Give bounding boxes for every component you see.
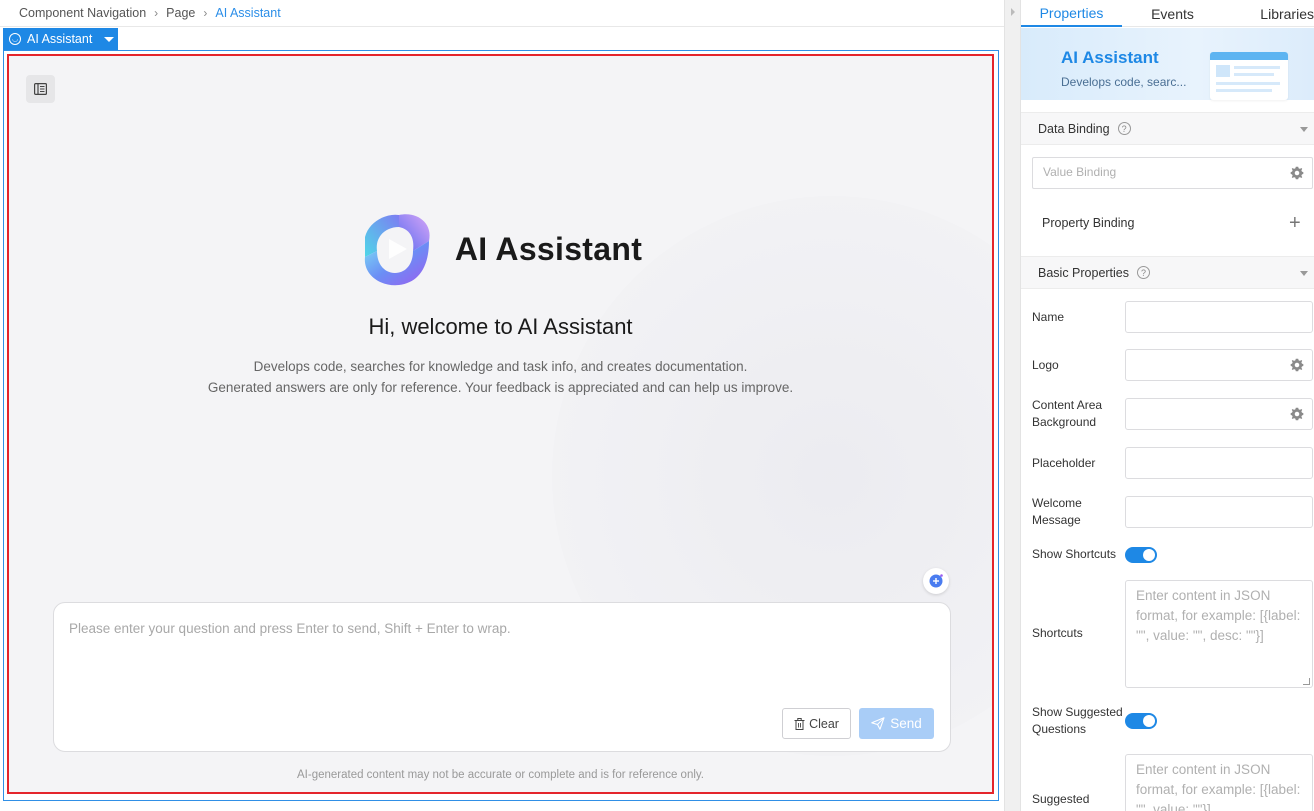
trash-icon xyxy=(794,717,805,730)
section-title: Data Binding xyxy=(1038,121,1110,136)
content-area-background-label: Content Area Background xyxy=(1032,398,1103,429)
description-line-1: Develops code, searches for knowledge an… xyxy=(253,359,748,374)
property-binding-label: Property Binding xyxy=(1042,216,1135,230)
content-area-background-input[interactable] xyxy=(1134,406,1284,420)
gear-icon[interactable] xyxy=(1290,166,1304,180)
breadcrumb-item-current[interactable]: AI Assistant xyxy=(215,6,280,20)
suggested-label: Suggested xyxy=(1032,792,1090,806)
smile-icon: ◡ xyxy=(9,33,21,45)
help-icon[interactable]: ? xyxy=(1137,266,1151,279)
component-banner: AI Assistant Develops code, searc... xyxy=(1021,28,1314,100)
logo-input[interactable] xyxy=(1134,357,1284,371)
banner-subtitle: Develops code, searc... xyxy=(1061,75,1187,89)
logo-field[interactable] xyxy=(1125,349,1313,381)
welcome-message-input[interactable] xyxy=(1134,504,1284,518)
send-button[interactable]: Send xyxy=(859,708,934,739)
assistant-header: AI Assistant xyxy=(9,211,992,287)
caret-down-icon[interactable] xyxy=(104,36,115,42)
shortcuts-label: Shortcuts xyxy=(1032,626,1083,640)
resize-handle[interactable] xyxy=(1303,678,1310,685)
question-input[interactable] xyxy=(69,621,929,691)
sidebar-toggle-button[interactable] xyxy=(26,75,55,103)
show-shortcuts-label: Show Shortcuts xyxy=(1032,547,1117,561)
gear-icon[interactable] xyxy=(1290,407,1304,421)
clear-label: Clear xyxy=(809,716,839,731)
section-title: Basic Properties xyxy=(1038,265,1130,280)
sidebar-icon xyxy=(34,83,47,95)
name-label: Name xyxy=(1032,310,1065,324)
component-tag-label: AI Assistant xyxy=(27,32,93,46)
paper-plane-icon xyxy=(871,717,885,730)
help-icon[interactable]: ? xyxy=(1117,122,1131,135)
ai-assistant-component[interactable]: AI Assistant Hi, welcome to AI Assistant… xyxy=(7,54,994,794)
name-input[interactable] xyxy=(1134,309,1284,323)
selected-component-tag[interactable]: ◡ AI Assistant xyxy=(3,28,118,50)
tab-libraries[interactable]: Libraries xyxy=(1223,0,1314,27)
gear-icon[interactable] xyxy=(1290,358,1304,372)
chevron-right-icon: › xyxy=(203,6,208,20)
send-label: Send xyxy=(890,716,922,731)
chevron-right-icon xyxy=(1011,8,1015,16)
welcome-message: Hi, welcome to AI Assistant xyxy=(368,314,633,339)
show-suggested-questions-toggle[interactable] xyxy=(1125,713,1157,729)
panel-collapse-handle[interactable] xyxy=(1004,0,1021,811)
breadcrumb: Component Navigation › Page › AI Assista… xyxy=(0,0,1004,27)
new-chat-icon xyxy=(929,574,943,588)
show-suggested-questions-label: Show Suggested Questions xyxy=(1032,705,1123,736)
content-area-background-field[interactable] xyxy=(1125,398,1313,430)
suggested-field xyxy=(1125,754,1313,811)
design-canvas: Component Navigation › Page › AI Assista… xyxy=(0,0,1004,811)
welcome-message-label: Welcome Message xyxy=(1032,496,1082,527)
component-illustration-icon xyxy=(1210,52,1288,100)
chevron-right-icon: › xyxy=(154,6,159,20)
suggested-input[interactable] xyxy=(1126,755,1312,811)
section-data-binding[interactable]: Data Binding ? xyxy=(1021,112,1314,145)
shortcuts-input[interactable] xyxy=(1126,581,1312,687)
tab-events[interactable]: Events xyxy=(1122,0,1223,27)
collapse-icon[interactable] xyxy=(1300,271,1308,276)
welcome-message-field[interactable] xyxy=(1125,496,1313,528)
question-input-box: Clear Send xyxy=(53,602,951,752)
disclaimer-text: AI-generated content may not be accurate… xyxy=(297,769,704,781)
ai-assistant-logo xyxy=(364,214,430,286)
breadcrumb-item-page[interactable]: Page xyxy=(166,6,195,20)
value-binding-input[interactable] xyxy=(1043,165,1283,179)
assistant-title: AI Assistant xyxy=(454,230,643,267)
add-property-binding-button[interactable]: + xyxy=(1289,213,1301,233)
placeholder-field[interactable] xyxy=(1125,447,1313,479)
properties-panel: Properties Events Libraries AI Assistant… xyxy=(1021,0,1314,811)
show-shortcuts-toggle[interactable] xyxy=(1125,547,1157,563)
description-line-2: Generated answers are only for reference… xyxy=(207,380,794,395)
clear-button[interactable]: Clear xyxy=(782,708,851,739)
tab-properties[interactable]: Properties xyxy=(1021,0,1122,27)
collapse-icon[interactable] xyxy=(1300,127,1308,132)
value-binding-field xyxy=(1032,157,1313,189)
panel-tabs: Properties Events Libraries xyxy=(1021,0,1314,27)
section-basic-properties[interactable]: Basic Properties ? xyxy=(1021,256,1314,289)
placeholder-input[interactable] xyxy=(1134,455,1284,469)
breadcrumb-item-component-navigation[interactable]: Component Navigation xyxy=(19,6,146,20)
new-chat-button[interactable] xyxy=(923,568,949,594)
shortcuts-field xyxy=(1125,580,1313,688)
logo-label: Logo xyxy=(1032,358,1059,372)
placeholder-label: Placeholder xyxy=(1032,456,1096,470)
name-field[interactable] xyxy=(1125,301,1313,333)
banner-title: AI Assistant xyxy=(1061,48,1159,67)
